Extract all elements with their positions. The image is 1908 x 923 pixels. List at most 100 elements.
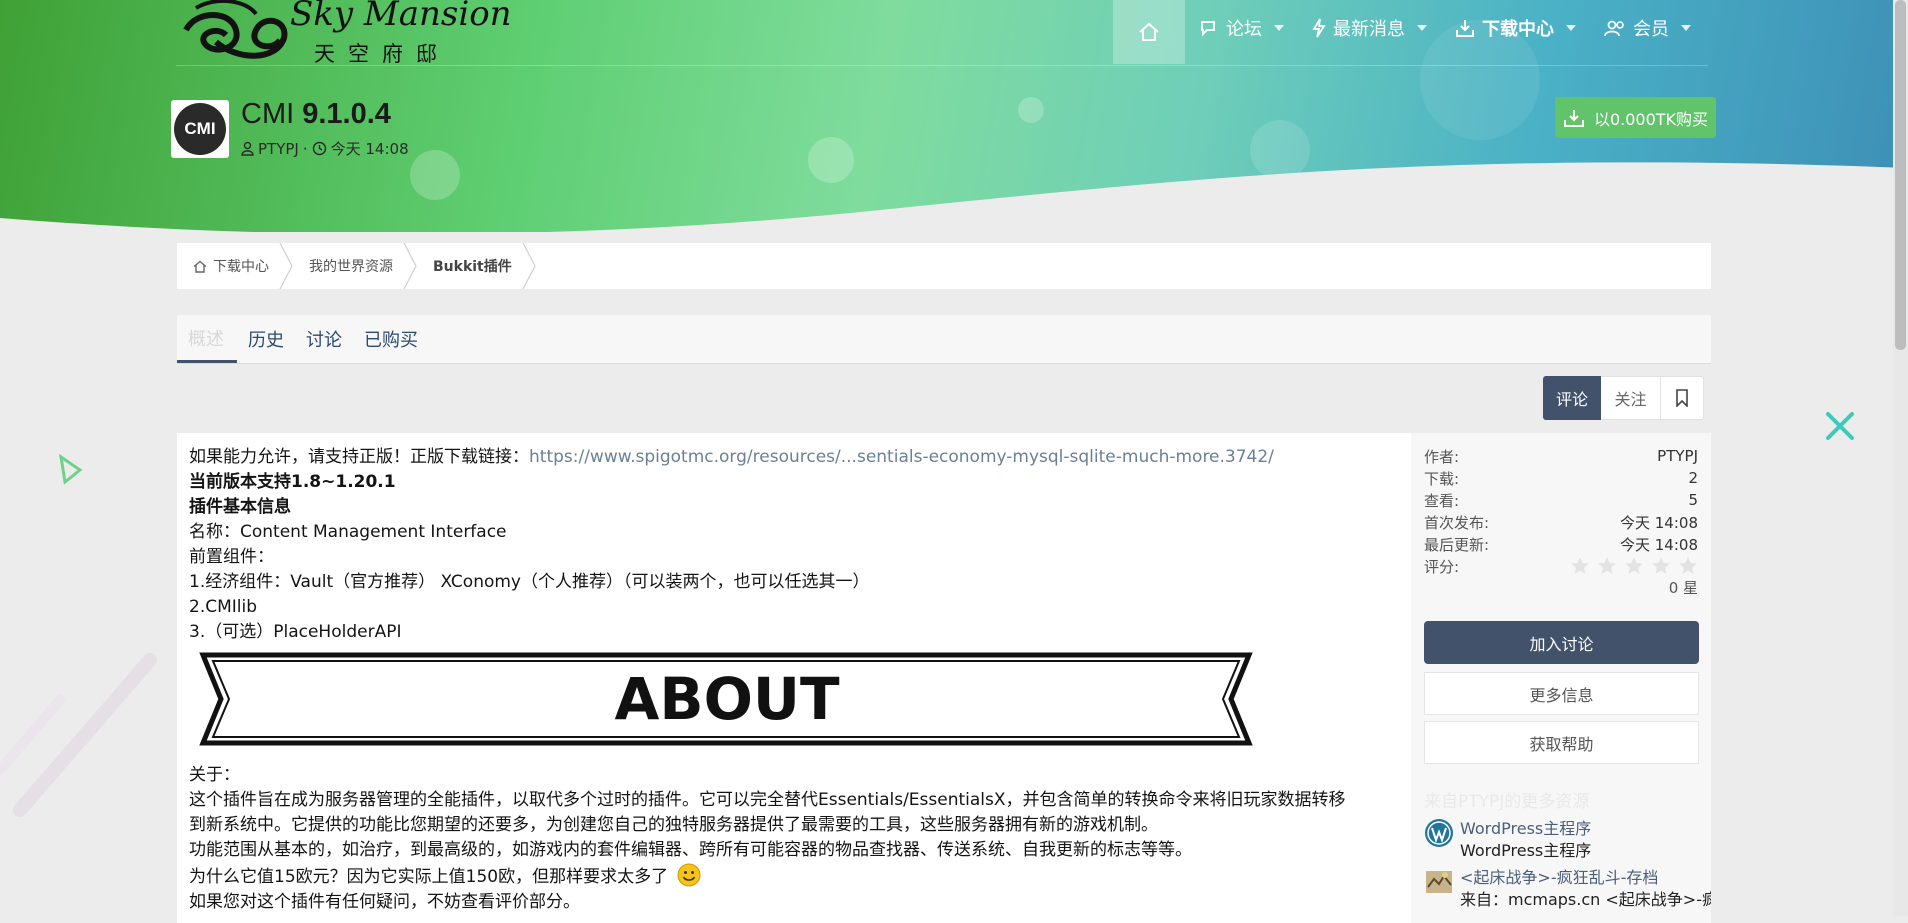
chevron-down-icon (1566, 25, 1576, 31)
rating-star-icon[interactable] (1678, 556, 1698, 576)
chevron-down-icon (1274, 25, 1284, 31)
home-icon (193, 260, 207, 273)
logo-subtitle: 天空府邸 (314, 42, 450, 66)
join-discussion-button[interactable]: 加入讨论 (1424, 621, 1699, 664)
about-banner-image: ABOUT (199, 652, 1253, 746)
clock-icon (312, 141, 326, 156)
map-icon (1426, 871, 1452, 893)
rating-star-icon[interactable] (1624, 556, 1644, 576)
follow-button[interactable]: 关注 (1601, 376, 1661, 420)
resource-author[interactable]: PTYPJ (258, 140, 299, 158)
stat-value: 5 (1688, 491, 1698, 509)
about-text: 这个插件旨在成为服务器管理的全能插件，以取代多个过时的插件。它可以完全替代Ess… (189, 790, 1346, 810)
buy-button[interactable]: 以0.000TK购买 (1555, 97, 1716, 138)
banner-text: ABOUT (614, 665, 839, 733)
resource-icon-text: CMI (174, 103, 226, 155)
related-subtitle: WordPress主程序 (1460, 841, 1592, 860)
about-label: 关于： (189, 765, 240, 785)
decor-triangle-icon (59, 454, 83, 485)
stat-value: 今天 14:08 (1620, 513, 1698, 532)
resource-sidebar: 作者: PTYPJ 下载: 2 查看: 5 首次发布: 今天 14:08 最后更新: 今天… (1411, 433, 1711, 923)
home-icon (1139, 22, 1159, 41)
related-resource[interactable]: <起床战争>-疯狂乱斗-存档 来自：mcmaps.cn <起床战争>-疯 (1424, 867, 1711, 911)
rating-star-icon[interactable] (1597, 556, 1617, 576)
users-icon (1604, 20, 1624, 37)
plugin-name: 名称：Content Management Interface (189, 522, 507, 542)
breadcrumb-label: Bukkit插件 (433, 259, 512, 275)
scrollbar-thumb[interactable] (1895, 0, 1906, 350)
decor-bubble (1018, 97, 1044, 123)
resource-date: 今天 14:08 (330, 140, 409, 158)
nav-members-label: 会员 (1633, 19, 1669, 40)
breadcrumb-minecraft[interactable]: 我的世界资源 (293, 243, 403, 289)
tab-purchased[interactable]: 已购买 (353, 315, 429, 363)
stat-value: 今天 14:08 (1620, 535, 1698, 554)
dependency-item: 1.经济组件：Vault（官方推荐） XConomy（个人推荐）（可以装两个，也… (189, 572, 870, 592)
resource-version: 9.1.0.4 (302, 98, 391, 130)
rating-star-icon[interactable] (1651, 556, 1671, 576)
tab-overview[interactable]: 概述 (177, 315, 237, 363)
nav-downloads[interactable]: 下载中心 (1441, 0, 1590, 56)
resource-description: 如果能力允许，请支持正版！正版下载链接：https://www.spigotmc… (177, 433, 1411, 923)
stat-downloads: 下载: 2 (1424, 467, 1698, 489)
stat-last-update: 最后更新: 今天 14:08 (1424, 533, 1698, 555)
stat-first-release: 首次发布: 今天 14:08 (1424, 511, 1698, 533)
related-resource[interactable]: WordPress主程序 WordPress主程序 (1424, 818, 1709, 862)
more-info-button[interactable]: 更多信息 (1424, 672, 1699, 715)
related-title[interactable]: <起床战争>-疯狂乱斗-存档 (1460, 867, 1711, 889)
related-title[interactable]: WordPress主程序 (1460, 818, 1591, 840)
description-body: 如果能力允许，请支持正版！正版下载链接：https://www.spigotmc… (189, 445, 1399, 915)
nav-downloads-label: 下载中心 (1482, 19, 1554, 40)
buy-button-label: 以0.000TK购买 (1593, 109, 1709, 129)
stat-label: 最后更新: (1424, 535, 1490, 554)
stat-value: 2 (1688, 469, 1698, 487)
breadcrumb-downloads[interactable]: 下载中心 (177, 243, 279, 289)
bookmark-icon (1676, 389, 1688, 407)
resource-title-name: CMI (241, 98, 295, 130)
decor-cross-icon (1826, 412, 1854, 440)
breadcrumb-label: 我的世界资源 (309, 259, 393, 275)
stat-author: 作者: PTYPJ (1424, 445, 1698, 467)
stat-value[interactable]: PTYPJ (1657, 447, 1698, 465)
meta-separator: · (302, 139, 308, 158)
bolt-icon (1312, 18, 1326, 38)
stat-label: 下载: (1424, 469, 1460, 488)
official-download-link[interactable]: https://www.spigotmc.org/resources/...se… (529, 447, 1274, 467)
breadcrumb-separator (279, 243, 293, 289)
rating-star-icon[interactable] (1570, 556, 1590, 576)
chat-icon (1201, 21, 1215, 37)
breadcrumb-bukkit[interactable]: Bukkit插件 (417, 243, 522, 289)
header-wave (0, 162, 1908, 232)
get-help-button[interactable]: 获取帮助 (1424, 721, 1699, 764)
bookmark-button[interactable] (1661, 376, 1704, 420)
wordpress-icon (1425, 819, 1453, 847)
breadcrumb: 下载中心 我的世界资源 Bukkit插件 (177, 243, 1711, 289)
nav-forum-label: 论坛 (1226, 19, 1262, 40)
section-heading: 插件基本信息 (189, 497, 291, 517)
nav-members[interactable]: 会员 (1590, 0, 1705, 56)
about-text: 到新系统中。它提供的功能比您期望的还要多，为创建您自己的独特服务器提供了最需要的… (189, 815, 1158, 835)
nav-forum[interactable]: 论坛 (1185, 0, 1298, 56)
tab-history[interactable]: 历史 (237, 315, 295, 363)
nav-divider (176, 65, 1708, 66)
resource-stats: 作者: PTYPJ 下载: 2 查看: 5 首次发布: 今天 14:08 最后更新: 今天… (1424, 445, 1698, 598)
download-icon (1563, 109, 1584, 127)
nav-news[interactable]: 最新消息 (1298, 0, 1441, 56)
logo-text: Sky Mansion (290, 0, 512, 34)
comment-button[interactable]: 评论 (1543, 376, 1601, 420)
breadcrumb-label: 下载中心 (213, 259, 269, 275)
rating-stars (1570, 556, 1698, 576)
support-line: 如果能力允许，请支持正版！正版下载链接：https://www.spigotmc… (189, 445, 1399, 470)
chevron-down-icon (1417, 25, 1427, 31)
stat-rating: 评分: (1424, 555, 1698, 577)
stat-label: 作者: (1424, 447, 1460, 466)
breadcrumb-separator (522, 243, 536, 289)
tab-discussion[interactable]: 讨论 (295, 315, 353, 363)
nav-news-label: 最新消息 (1333, 19, 1405, 40)
stat-label: 评分: (1424, 557, 1460, 576)
review-hint: 如果您对这个插件有任何疑问，不妨查看评价部分。 (189, 892, 580, 912)
stat-label: 查看: (1424, 491, 1460, 510)
nav-home[interactable] (1113, 0, 1185, 64)
smile-emoji-icon (677, 863, 700, 887)
action-bar: 评论 关注 (1543, 376, 1704, 420)
